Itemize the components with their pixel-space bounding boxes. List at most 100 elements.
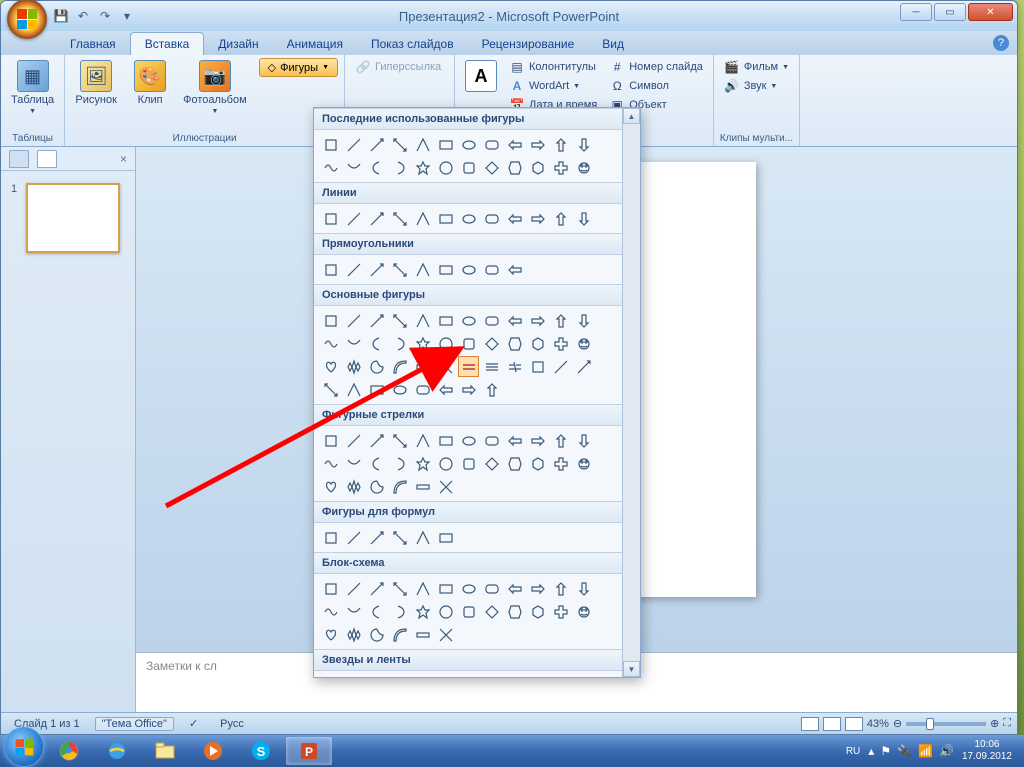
shape-item[interactable]	[481, 157, 502, 178]
shape-item[interactable]	[343, 624, 364, 645]
shape-item[interactable]	[481, 453, 502, 474]
shape-item[interactable]	[343, 310, 364, 331]
shape-item[interactable]	[458, 333, 479, 354]
shape-item[interactable]	[389, 453, 410, 474]
textbox-button[interactable]: A	[461, 58, 501, 94]
shape-item[interactable]	[550, 601, 571, 622]
shape-item[interactable]	[412, 453, 433, 474]
shapes-button[interactable]: ◇ Фигуры ▼	[259, 58, 338, 77]
shape-item[interactable]	[366, 430, 387, 451]
tab-view[interactable]: Вид	[588, 33, 638, 55]
shape-item[interactable]	[435, 310, 456, 331]
shape-item[interactable]	[366, 527, 387, 548]
shape-item[interactable]	[550, 578, 571, 599]
picture-button[interactable]: 🖼 Рисунок	[71, 58, 121, 108]
shape-item[interactable]	[366, 476, 387, 497]
shape-item[interactable]	[550, 208, 571, 229]
shape-item[interactable]	[527, 208, 548, 229]
shape-item[interactable]	[389, 476, 410, 497]
shape-item[interactable]	[320, 624, 341, 645]
shape-item[interactable]	[573, 157, 594, 178]
shape-item[interactable]	[389, 624, 410, 645]
shape-item[interactable]	[573, 430, 594, 451]
shape-item[interactable]	[481, 379, 502, 400]
shape-item[interactable]	[412, 379, 433, 400]
redo-icon[interactable]: ↷	[97, 8, 113, 24]
fit-button[interactable]: ⛶	[1003, 717, 1011, 730]
shape-item[interactable]	[366, 157, 387, 178]
task-chrome[interactable]	[46, 737, 92, 765]
shape-item[interactable]	[320, 578, 341, 599]
task-skype[interactable]: S	[238, 737, 284, 765]
shape-item[interactable]	[389, 259, 410, 280]
tray-network-icon[interactable]: 📶	[918, 744, 933, 758]
shape-item[interactable]	[504, 578, 525, 599]
panel-close-icon[interactable]: ×	[120, 152, 127, 166]
shape-item[interactable]	[366, 333, 387, 354]
shape-item[interactable]	[481, 333, 502, 354]
shape-item[interactable]	[435, 601, 456, 622]
shape-item[interactable]	[481, 134, 502, 155]
shape-item[interactable]	[320, 430, 341, 451]
shape-item[interactable]	[366, 259, 387, 280]
scroll-down-icon[interactable]: ▼	[623, 661, 640, 677]
slide-number-button[interactable]: #Номер слайда	[605, 58, 707, 76]
shape-item[interactable]	[389, 601, 410, 622]
shape-item[interactable]	[366, 134, 387, 155]
shape-item[interactable]	[550, 310, 571, 331]
undo-icon[interactable]: ↶	[75, 8, 91, 24]
shape-item[interactable]	[366, 310, 387, 331]
shape-item[interactable]	[343, 157, 364, 178]
task-ie[interactable]	[94, 737, 140, 765]
tab-review[interactable]: Рецензирование	[468, 33, 589, 55]
shape-item[interactable]	[573, 208, 594, 229]
shape-item[interactable]	[320, 527, 341, 548]
shape-item[interactable]	[458, 430, 479, 451]
shape-item[interactable]	[458, 356, 479, 377]
shape-item[interactable]	[389, 310, 410, 331]
shape-item[interactable]	[573, 356, 594, 377]
shape-item[interactable]	[320, 379, 341, 400]
shape-item[interactable]	[320, 476, 341, 497]
shape-item[interactable]	[320, 333, 341, 354]
shape-item[interactable]	[435, 208, 456, 229]
shape-item[interactable]	[435, 624, 456, 645]
shape-item[interactable]	[435, 578, 456, 599]
shape-item[interactable]	[412, 356, 433, 377]
shape-item[interactable]	[435, 453, 456, 474]
tray-lang[interactable]: RU	[846, 746, 860, 757]
shape-item[interactable]	[343, 134, 364, 155]
shape-item[interactable]	[389, 578, 410, 599]
shape-item[interactable]	[343, 601, 364, 622]
shape-item[interactable]	[504, 208, 525, 229]
start-button[interactable]	[4, 727, 44, 767]
tray-power-icon[interactable]: 🔌	[897, 744, 912, 758]
shape-item[interactable]	[458, 259, 479, 280]
shape-item[interactable]	[527, 134, 548, 155]
shape-item[interactable]	[504, 453, 525, 474]
language-info[interactable]: Русс	[213, 717, 251, 731]
table-button[interactable]: ▦ Таблица ▼	[7, 58, 58, 117]
tab-insert[interactable]: Вставка	[130, 32, 205, 55]
task-player[interactable]	[190, 737, 236, 765]
shape-item[interactable]	[343, 578, 364, 599]
slideshow-view-button[interactable]	[845, 717, 863, 731]
shape-item[interactable]	[366, 356, 387, 377]
shapes-scrollbar[interactable]: ▲ ▼	[622, 108, 640, 677]
zoom-out-button[interactable]: ⊖	[893, 717, 902, 730]
shape-item[interactable]	[366, 208, 387, 229]
shape-item[interactable]	[366, 624, 387, 645]
shape-item[interactable]	[412, 527, 433, 548]
shape-item[interactable]	[573, 601, 594, 622]
shape-item[interactable]	[343, 379, 364, 400]
header-footer-button[interactable]: ▤Колонтитулы	[505, 58, 601, 76]
shape-item[interactable]	[389, 379, 410, 400]
clip-button[interactable]: 🎨 Клип	[125, 58, 175, 108]
shape-item[interactable]	[320, 157, 341, 178]
shape-item[interactable]	[412, 310, 433, 331]
shape-item[interactable]	[481, 259, 502, 280]
shape-item[interactable]	[389, 356, 410, 377]
shape-item[interactable]	[343, 527, 364, 548]
save-icon[interactable]: 💾	[53, 8, 69, 24]
close-button[interactable]: ✕	[968, 3, 1013, 21]
